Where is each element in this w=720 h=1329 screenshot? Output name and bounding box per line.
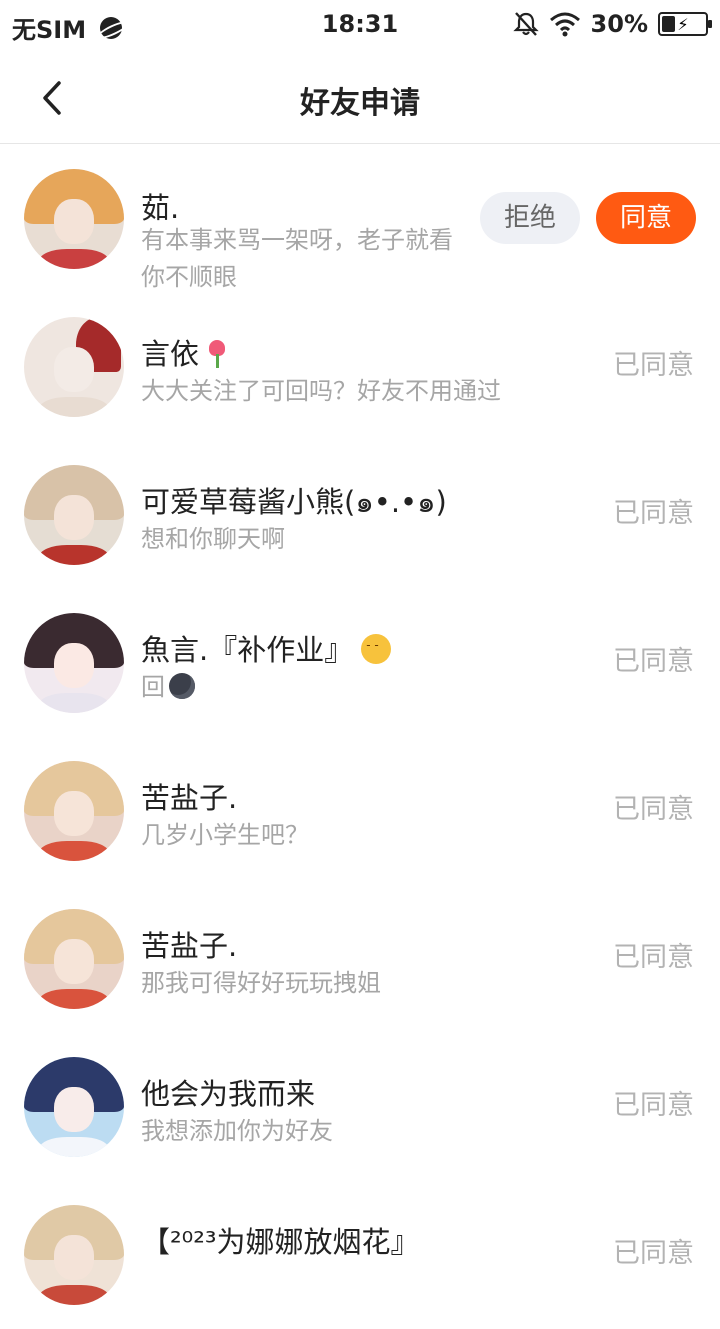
avatar — [24, 909, 124, 1009]
request-message-row: 回 — [141, 669, 195, 706]
request-item[interactable]: 苦盐子. 那我可得好好玩玩拽姐 已同意 — [0, 885, 720, 1033]
request-item[interactable]: 魚言.『补作业』 回 已同意 — [0, 589, 720, 737]
accepted-status: 已同意 — [613, 498, 694, 529]
avatar — [24, 1057, 124, 1157]
status-right: 30% ⚡ — [512, 10, 712, 38]
friend-request-list[interactable]: 茹. 有本事来骂一架呀，老子就看你不顺眼 拒绝 同意 言依 大大关注了可回吗？好… — [0, 145, 720, 1329]
request-message: 大大关注了可回吗？好友不用通过 — [141, 377, 501, 405]
charging-bolt-icon: ⚡ — [677, 14, 689, 34]
battery-percent: 30% — [590, 10, 648, 38]
tulip-emoji — [203, 338, 231, 368]
requester-name-row: 言依 — [141, 331, 231, 373]
accepted-status: 已同意 — [613, 350, 694, 381]
requester-name: 【²⁰²³为娜娜放烟花』 — [141, 1225, 420, 1259]
requester-name: 茹. — [141, 191, 180, 225]
new-moon-emoji — [169, 673, 195, 699]
accept-button[interactable]: 同意 — [596, 192, 696, 244]
avatar — [24, 465, 124, 565]
status-bar: 无SIM 18:31 30% ⚡ — [0, 0, 720, 52]
avatar — [24, 613, 124, 713]
avatar — [24, 169, 124, 269]
wifi-icon — [549, 12, 580, 37]
requester-name: 魚言.『补作业』 — [141, 633, 354, 667]
request-item[interactable]: 他会为我而来 我想添加你为好友 已同意 — [0, 1033, 720, 1181]
requester-name: 言依 — [141, 337, 200, 371]
accepted-status: 已同意 — [613, 942, 694, 973]
request-message: 回 — [141, 673, 165, 701]
requester-name: 可爱草莓酱小熊(๑•.•๑) — [141, 485, 447, 519]
request-item[interactable]: 苦盐子. 几岁小学生吧？ 已同意 — [0, 737, 720, 885]
request-item[interactable]: 茹. 有本事来骂一架呀，老子就看你不顺眼 拒绝 同意 — [0, 145, 720, 315]
request-message: 想和你聊天啊 — [141, 525, 285, 553]
accepted-status: 已同意 — [613, 1238, 694, 1269]
avatar — [24, 317, 124, 417]
accepted-status: 已同意 — [613, 1090, 694, 1121]
request-item[interactable]: 言依 大大关注了可回吗？好友不用通过 已同意 — [0, 293, 720, 441]
requester-name: 苦盐子. — [141, 781, 238, 815]
request-item[interactable]: 可爱草莓酱小熊(๑•.•๑) 想和你聊天啊 已同意 — [0, 441, 720, 589]
requester-name: 他会为我而来 — [141, 1077, 316, 1111]
request-message: 那我可得好好玩玩拽姐 — [141, 969, 381, 997]
avatar — [24, 761, 124, 861]
accepted-status: 已同意 — [613, 646, 694, 677]
battery-fill — [662, 16, 675, 32]
request-message: 我想添加你为好友 — [141, 1117, 333, 1145]
battery-icon: ⚡ — [658, 12, 712, 36]
accepted-status: 已同意 — [613, 794, 694, 825]
reject-button[interactable]: 拒绝 — [480, 192, 580, 244]
request-item[interactable]: 【²⁰²³为娜娜放烟花』 已同意 — [0, 1181, 720, 1329]
request-message: 有本事来骂一架呀，老子就看你不顺眼 — [141, 226, 453, 291]
avatar — [24, 1205, 124, 1305]
unamused-emoji — [361, 634, 392, 664]
nav-bar: 好友申请 — [0, 52, 720, 144]
requester-name-row: 魚言.『补作业』 — [141, 627, 392, 669]
page-title: 好友申请 — [300, 86, 420, 121]
request-message: 几岁小学生吧？ — [141, 821, 309, 849]
requester-name: 苦盐子. — [141, 929, 238, 963]
mute-icon — [512, 12, 539, 36]
